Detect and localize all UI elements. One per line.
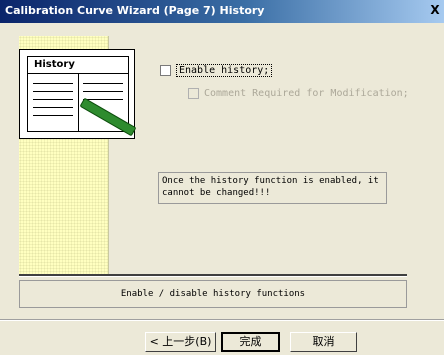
divider — [19, 274, 407, 277]
close-icon[interactable]: X — [428, 3, 442, 17]
status-description: Enable / disable history functions — [19, 280, 407, 308]
comment-required-checkbox — [188, 88, 199, 99]
comment-required-label: Comment Required for Modification; — [204, 88, 409, 99]
comment-required-option: Comment Required for Modification; — [188, 88, 409, 99]
enable-history-checkbox[interactable] — [160, 65, 171, 76]
illustration-label: History — [34, 59, 75, 70]
finish-button[interactable]: 完成 — [221, 332, 280, 352]
title-bar: Calibration Curve Wizard (Page 7) Histor… — [0, 0, 444, 23]
history-illustration: History — [19, 49, 137, 139]
back-button[interactable]: < 上一步(B) — [145, 332, 216, 352]
wizard-page: History Enable history; Comment Required… — [19, 36, 409, 274]
enable-history-option[interactable]: Enable history; — [160, 64, 273, 77]
enable-history-label[interactable]: Enable history; — [176, 64, 273, 77]
divider — [0, 319, 444, 321]
window-title: Calibration Curve Wizard (Page 7) Histor… — [5, 4, 265, 17]
history-warning-note: Once the history function is enabled, it… — [158, 172, 387, 204]
wizard-window: Calibration Curve Wizard (Page 7) Histor… — [0, 0, 444, 355]
cancel-button[interactable]: 取消 — [290, 332, 357, 352]
